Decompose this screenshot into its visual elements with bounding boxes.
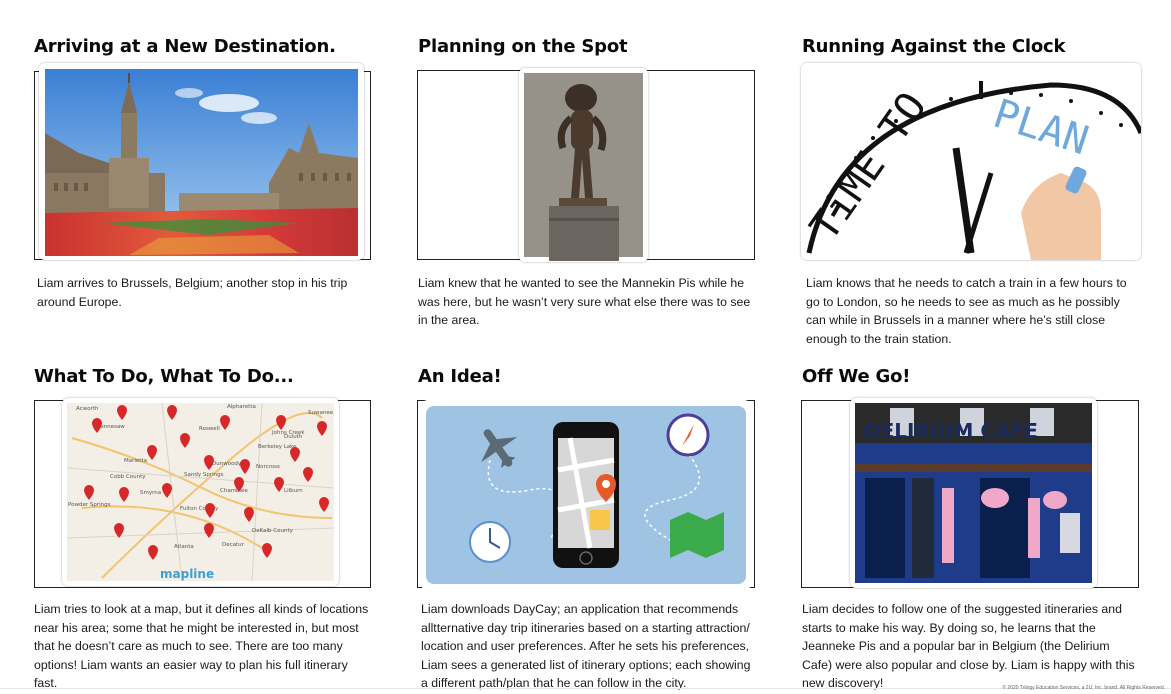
panel-title: Arriving at a New Destination. — [34, 36, 336, 57]
panel-caption: Liam arrives to Brussels, Belgium; anoth… — [37, 276, 348, 309]
panel-title: What To Do, What To Do... — [34, 366, 294, 387]
map-label: Norcross — [256, 464, 280, 470]
map-label: Dunwoody — [212, 461, 242, 467]
grand-place-photo — [39, 63, 364, 260]
map-label: Alpharetta — [227, 404, 256, 410]
panel-caption: Liam decides to follow one of the sugges… — [802, 602, 1135, 691]
map-label: Smyrna — [140, 490, 161, 496]
panel-title: Planning on the Spot — [418, 36, 628, 57]
map-label: Suwanee — [308, 410, 334, 416]
panel-caption: Liam downloads DayCay; an application th… — [421, 602, 751, 691]
footer-divider — [0, 688, 1171, 689]
panel-caption: Liam tries to look at a map, but it defi… — [34, 602, 369, 691]
time-to-plan-clock-image: TiME TO PLAN — [801, 63, 1141, 260]
map-label: Lilburn — [284, 488, 303, 494]
map-label: DeKalb County — [252, 528, 294, 534]
mapline-logo: mapline — [160, 567, 214, 581]
map-label: Powder Springs — [68, 502, 111, 508]
cafe-sign-text: DELIRIUM CAFE — [864, 419, 1038, 443]
statue-photo — [519, 68, 648, 262]
delirium-cafe-photo: DELIRIUM CAFE — [850, 398, 1097, 588]
map-label: Duluth — [284, 434, 303, 440]
map-with-pins-image: Acworth Kennesaw Roswell Alpharetta John… — [62, 398, 339, 586]
copyright-footer: © 2020 Trilogy Education Services, a 2U,… — [1002, 685, 1165, 691]
map-label: Chamblee — [220, 488, 248, 494]
map-label: Marietta — [124, 458, 147, 464]
map-label: Decatur — [222, 542, 245, 548]
panel-title: Running Against the Clock — [802, 36, 1066, 57]
panel-caption: Liam knows that he needs to catch a trai… — [806, 276, 1127, 346]
map-label: Acworth — [76, 406, 99, 412]
map-label: Roswell — [199, 426, 220, 432]
map-label: Atlanta — [174, 544, 194, 550]
map-label: Cobb County — [110, 474, 146, 480]
map-label: Sandy Springs — [184, 472, 224, 478]
panel-title: An Idea! — [418, 366, 502, 387]
panel-title: Off We Go! — [802, 366, 911, 387]
phone-travel-illustration — [420, 400, 752, 590]
panel-caption: Liam knew that he wanted to see the Mann… — [418, 276, 751, 328]
